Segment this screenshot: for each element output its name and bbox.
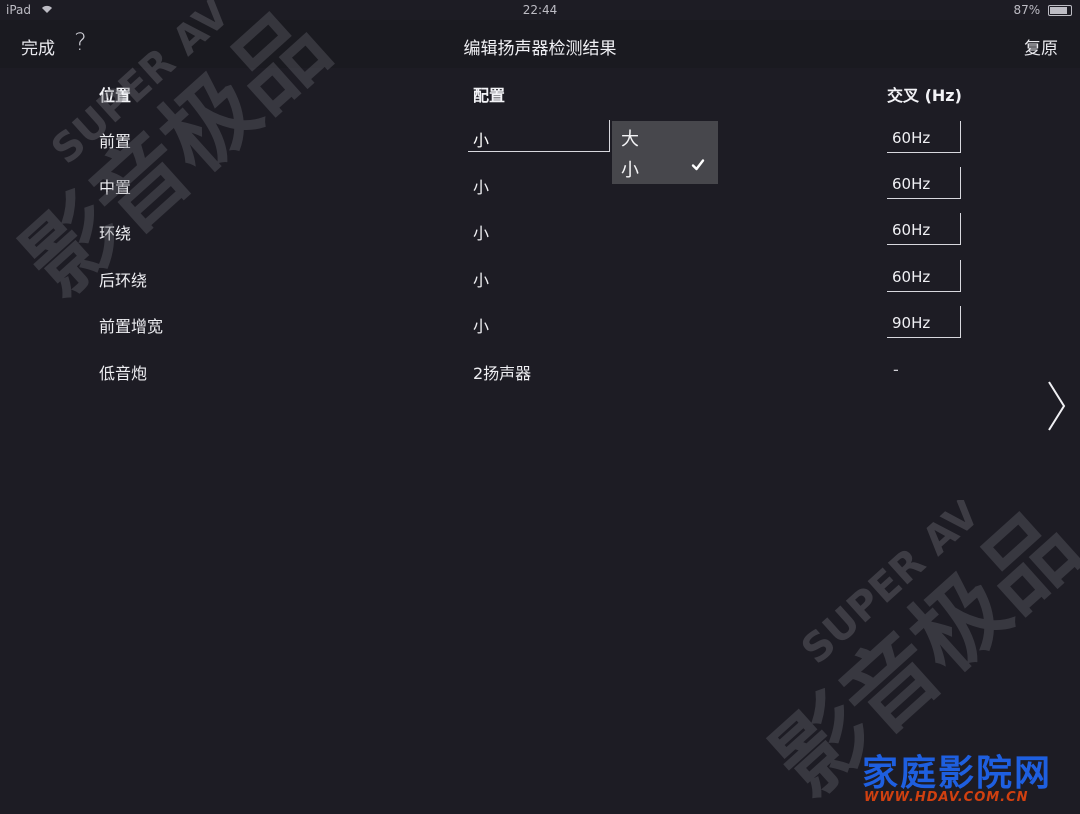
crossover-input-surround-back[interactable]: 60Hz <box>887 260 961 292</box>
row-label-surround: 环绕 <box>99 224 132 243</box>
crossover-input-surround[interactable]: 60Hz <box>887 213 961 245</box>
svg-text:SUPER AV: SUPER AV <box>793 500 989 673</box>
crossover-value-front: 60Hz <box>892 129 931 147</box>
brand-url: WWW.HDAV.COM.CN <box>864 790 1029 805</box>
crossover-value-surround-back: 60Hz <box>892 268 931 286</box>
crossover-value-center: 60Hz <box>892 175 931 193</box>
config-value-surround[interactable]: 小 <box>473 220 489 244</box>
config-value-front: 小 <box>473 131 490 150</box>
config-value-front-wide[interactable]: 小 <box>473 313 489 337</box>
checkmark-icon <box>691 158 705 176</box>
dropdown-option-large[interactable]: 大 <box>621 125 711 151</box>
row-label-subwoofer: 低音炮 <box>99 364 148 383</box>
crossover-value-surround: 60Hz <box>892 221 931 239</box>
navigation-bar: 完成 ? 编辑扬声器检测结果 复原 <box>0 20 1080 68</box>
config-select-front[interactable]: 小 <box>468 120 610 152</box>
chevron-right-icon[interactable] <box>1044 378 1068 434</box>
dropdown-option-small[interactable]: 小 <box>621 156 711 182</box>
reset-button[interactable]: 复原 <box>1024 34 1058 59</box>
page-title: 编辑扬声器检测结果 <box>463 39 617 59</box>
header-position: 位置 <box>99 86 132 105</box>
row-label-front: 前置 <box>99 132 132 151</box>
brand-name: 家庭影院网 <box>862 753 1053 794</box>
header-config: 配置 <box>473 86 506 105</box>
header-crossover: 交叉 (Hz) <box>887 86 962 105</box>
row-label-surround-back: 后环绕 <box>99 271 148 290</box>
crossover-value-front-wide: 90Hz <box>892 314 931 332</box>
dropdown-option-large-label: 大 <box>621 129 639 150</box>
battery-percent: 87% <box>1013 3 1041 17</box>
crossover-input-front-wide[interactable]: 90Hz <box>887 306 961 338</box>
status-time: 22:44 <box>522 3 558 17</box>
brand-logo: 家庭影院网 WWW.HDAV.COM.CN <box>862 744 1053 805</box>
config-value-surround-back[interactable]: 小 <box>473 267 489 291</box>
config-dropdown-menu: 大 小 <box>612 121 718 184</box>
config-value-subwoofer[interactable]: 2扬声器 <box>473 360 531 384</box>
row-label-front-wide: 前置增宽 <box>99 317 164 336</box>
crossover-input-center[interactable]: 60Hz <box>887 167 961 199</box>
dropdown-option-small-label: 小 <box>621 160 639 181</box>
crossover-value-subwoofer: - <box>893 360 899 379</box>
crossover-input-front[interactable]: 60Hz <box>887 121 961 153</box>
status-bar: iPad 22:44 87% <box>0 0 1080 20</box>
battery-icon <box>1048 5 1072 16</box>
row-label-center: 中置 <box>99 178 132 197</box>
config-value-center[interactable]: 小 <box>473 174 489 198</box>
